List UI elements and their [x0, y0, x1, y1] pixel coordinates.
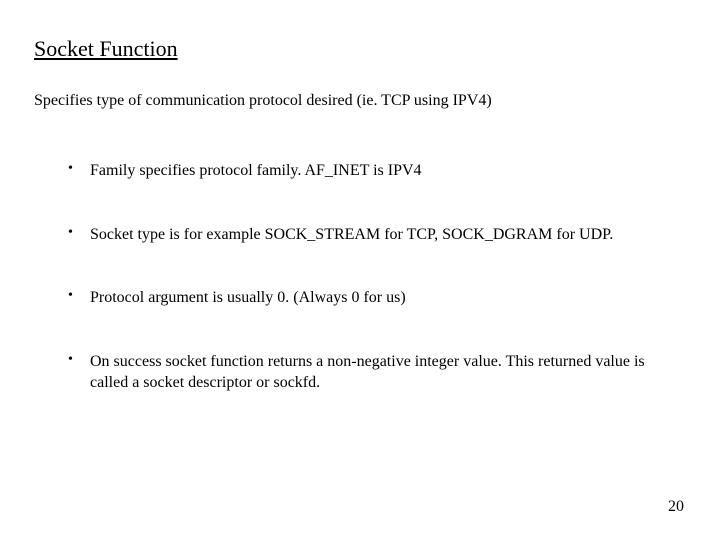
- slide-title: Socket Function: [34, 36, 686, 62]
- list-item: Family specifies protocol family. AF_INE…: [68, 160, 686, 182]
- slide-subtitle: Specifies type of communication protocol…: [34, 92, 686, 110]
- list-item: On success socket function returns a non…: [68, 351, 686, 394]
- list-item: Socket type is for example SOCK_STREAM f…: [68, 224, 686, 246]
- bullet-list: Family specifies protocol family. AF_INE…: [34, 160, 686, 394]
- slide: Socket Function Specifies type of commun…: [0, 0, 720, 540]
- page-number: 20: [668, 498, 684, 516]
- list-item: Protocol argument is usually 0. (Always …: [68, 287, 686, 309]
